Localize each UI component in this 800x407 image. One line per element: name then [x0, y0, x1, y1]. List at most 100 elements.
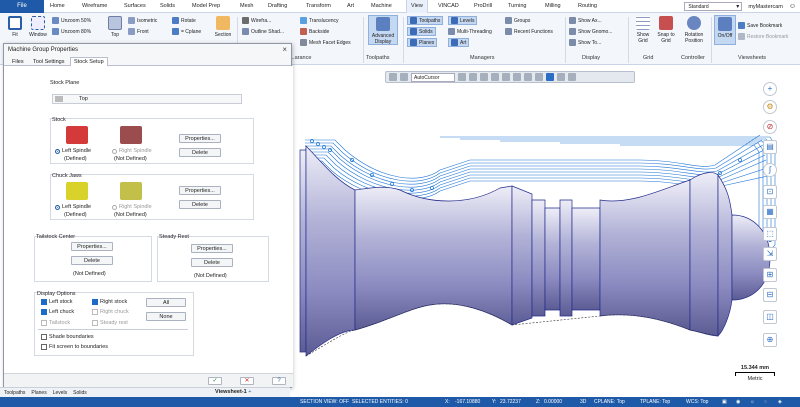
left-stock-checkbox[interactable]: Left stock: [41, 299, 73, 305]
tab-mesh[interactable]: Mesh: [240, 0, 253, 13]
tab-transform[interactable]: Transform: [306, 0, 331, 13]
translucency-button[interactable]: Translucency: [300, 16, 339, 25]
restore-bookmark-button[interactable]: Restore Bookmark: [738, 32, 788, 41]
view-icon[interactable]: ◈: [778, 397, 782, 407]
stock-delete-button[interactable]: Delete: [179, 148, 221, 157]
rotate-button[interactable]: Rotate: [172, 16, 196, 25]
body-select-icon[interactable]: [546, 73, 554, 81]
shade-boundaries-checkbox[interactable]: Shade boundaries: [41, 334, 94, 340]
edge-select-icon[interactable]: [535, 73, 543, 81]
multi-threading-button[interactable]: Multi-Threading: [448, 27, 492, 36]
tab-home[interactable]: Home: [50, 0, 65, 13]
rotation-position-button[interactable]: Rotation Position: [680, 15, 708, 45]
help-button[interactable]: ?: [272, 377, 286, 385]
tab-machine[interactable]: Machine: [371, 0, 392, 13]
save-bookmark-button[interactable]: Save Bookmark: [738, 21, 782, 30]
analyze-icon[interactable]: ◫: [763, 310, 777, 324]
tailstock-delete-button[interactable]: Delete: [71, 256, 113, 265]
solids-manager-button[interactable]: Solids: [407, 27, 436, 36]
tab-surfaces[interactable]: Surfaces: [124, 0, 146, 13]
tab-wireframe[interactable]: Wireframe: [82, 0, 107, 13]
tab-vincad[interactable]: VINCAD: [438, 0, 459, 13]
ok-button[interactable]: ✓: [208, 377, 222, 385]
window-select-icon[interactable]: [491, 73, 499, 81]
tab-drafting[interactable]: Drafting: [268, 0, 287, 13]
transform-icon[interactable]: ⇲: [763, 247, 777, 261]
toolpaths-manager-button[interactable]: Toolpaths: [407, 16, 444, 25]
chuck-left-spindle-radio[interactable]: Left Spindle: [55, 204, 91, 210]
manager-tab-toolpaths[interactable]: Toolpaths: [4, 390, 25, 396]
file-menu[interactable]: File: [0, 0, 44, 13]
filter-icon[interactable]: [502, 73, 510, 81]
snap-icon[interactable]: [458, 73, 466, 81]
close-icon[interactable]: ×: [282, 44, 287, 56]
cplane-status[interactable]: CPLANE: Top: [594, 397, 625, 407]
top-view-button[interactable]: Top: [104, 15, 126, 45]
tailstock-properties-button[interactable]: Properties...: [71, 242, 113, 251]
layers-icon[interactable]: ▤: [763, 140, 777, 154]
tab-solids[interactable]: Solids: [160, 0, 175, 13]
surface-icon[interactable]: ⬚: [763, 227, 777, 241]
solid-icon[interactable]: ▦: [763, 205, 777, 219]
all-button[interactable]: All: [146, 298, 186, 307]
curve-icon[interactable]: ∫: [763, 163, 777, 177]
show-gnomons-button[interactable]: Show Gnomo...: [569, 27, 612, 36]
lock-icon[interactable]: [389, 73, 397, 81]
section-button[interactable]: Section: [212, 15, 234, 45]
chuck-delete-button[interactable]: Delete: [179, 200, 221, 209]
steady-properties-button[interactable]: Properties...: [191, 244, 233, 253]
sphere-icon[interactable]: ◉: [736, 397, 740, 407]
stock-properties-button[interactable]: Properties...: [179, 134, 221, 143]
tab-files[interactable]: Files: [9, 58, 27, 66]
tplane-status[interactable]: TPLANE: Top: [640, 397, 670, 407]
unzoom-80-button[interactable]: Unzoom 80%: [52, 27, 91, 36]
right-stock-checkbox[interactable]: Right stock: [92, 299, 127, 305]
tailstock-checkbox[interactable]: Tailstock: [41, 320, 70, 326]
isometric-button[interactable]: Isometric: [128, 16, 157, 25]
tab-routing[interactable]: Routing: [578, 0, 597, 13]
stock-right-spindle-radio[interactable]: Right Spindle: [112, 148, 152, 154]
manager-tab-planes[interactable]: Planes: [31, 390, 46, 396]
recent-functions-button[interactable]: Recent Functions: [505, 27, 553, 36]
front-button[interactable]: Front: [128, 27, 149, 36]
add-icon[interactable]: +: [763, 82, 777, 96]
tab-art[interactable]: Art: [347, 0, 354, 13]
sun-icon[interactable]: ☼: [750, 397, 755, 407]
tab-view[interactable]: View: [406, 0, 428, 13]
show-axes-button[interactable]: Show Ax...: [569, 16, 602, 25]
cube-icon[interactable]: ▣: [722, 397, 727, 407]
planes-manager-button[interactable]: Planes: [407, 38, 438, 47]
stock-plane-selector[interactable]: Top: [52, 94, 242, 104]
none-button[interactable]: None: [146, 312, 186, 321]
art-manager-button[interactable]: Art: [448, 38, 470, 47]
wire-icon[interactable]: ◌: [764, 397, 767, 407]
show-tool-button[interactable]: Show To...: [569, 38, 601, 47]
trim-icon[interactable]: ⊡: [763, 185, 777, 199]
outline-shaded-button[interactable]: Outline Shad...: [242, 27, 284, 36]
chain-icon[interactable]: [480, 73, 488, 81]
face-select-icon[interactable]: [524, 73, 532, 81]
account-link[interactable]: myMastercam: [748, 4, 783, 10]
tab-prodrill[interactable]: ProDrill: [474, 0, 492, 13]
levels-manager-button[interactable]: Levels: [448, 16, 478, 25]
config-dropdown[interactable]: Standard: [684, 2, 743, 11]
select-icon[interactable]: [469, 73, 477, 81]
left-chuck-checkbox[interactable]: Left chuck: [41, 309, 74, 315]
clear-icon[interactable]: [400, 73, 408, 81]
groups-manager-button[interactable]: Groups: [505, 16, 530, 25]
wcs-status[interactable]: WCS: Top: [686, 397, 708, 407]
fit-button[interactable]: Fit: [4, 15, 26, 45]
backside-button[interactable]: Backside: [300, 27, 329, 36]
show-grid-button[interactable]: Show Grid: [632, 15, 654, 45]
tab-milling[interactable]: Milling: [545, 0, 561, 13]
mode-3d-toggle[interactable]: 3D: [580, 397, 586, 407]
window-button[interactable]: Window: [27, 15, 49, 45]
autocursor-dropdown[interactable]: AutoCursor: [411, 72, 455, 82]
no-entry-icon[interactable]: ⊘: [763, 120, 777, 134]
smiley-icon[interactable]: ☺: [789, 3, 796, 10]
tab-turning[interactable]: Turning: [508, 0, 526, 13]
chuck-properties-button[interactable]: Properties...: [179, 186, 221, 195]
add-viewsheet-icon[interactable]: +: [248, 389, 251, 395]
unzoom-50-button[interactable]: Unzoom 50%: [52, 16, 91, 25]
refresh-icon[interactable]: [568, 73, 576, 81]
